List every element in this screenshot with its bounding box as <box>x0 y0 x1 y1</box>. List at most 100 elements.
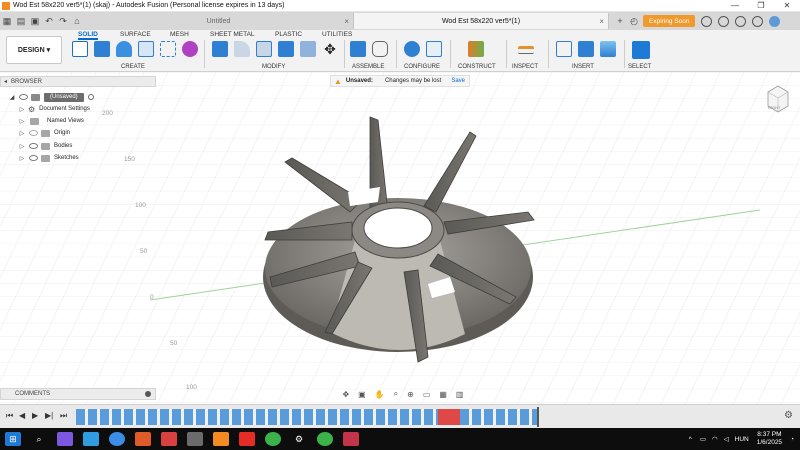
zoom-icon[interactable]: ⌕ <box>394 389 398 399</box>
move-icon[interactable]: ✥ <box>322 41 338 57</box>
extrude-icon[interactable] <box>94 41 110 57</box>
expand-icon[interactable]: ▷ <box>18 143 26 150</box>
inspect-group-label[interactable]: INSPECT <box>512 64 538 70</box>
browser-item-sketches[interactable]: ▷ Sketches <box>18 152 79 164</box>
split-icon[interactable] <box>300 41 316 57</box>
tab-plastic[interactable]: PLASTIC <box>275 31 302 38</box>
revolve-icon[interactable] <box>116 41 132 57</box>
autodesk-a-icon[interactable] <box>109 432 125 446</box>
measure-icon[interactable] <box>518 46 534 54</box>
chrome-profile-icon[interactable] <box>317 432 333 446</box>
viewport-graphics[interactable] <box>0 72 800 404</box>
add-comment-icon[interactable] <box>145 391 151 397</box>
browser-item-bodies[interactable]: ▷ Bodies <box>18 140 72 152</box>
clock[interactable]: 8:37 PM 1/6/2025 <box>757 431 782 447</box>
notification-bell-icon[interactable]: ◔ <box>790 436 794 443</box>
insert-derive-icon[interactable] <box>556 41 572 57</box>
volume-icon[interactable]: ◁ <box>724 435 729 443</box>
copilot-icon[interactable] <box>57 432 73 446</box>
collapse-icon[interactable]: ◂ <box>4 78 7 85</box>
select-icon[interactable] <box>632 41 650 59</box>
app-icon[interactable] <box>135 432 151 446</box>
insert-mesh-icon[interactable] <box>578 41 594 57</box>
step-forward-icon[interactable]: ▶| <box>45 411 53 420</box>
new-component-icon[interactable] <box>350 41 366 57</box>
language-indicator[interactable]: HUN <box>735 436 749 443</box>
undo-icon[interactable]: ↶ <box>42 14 56 28</box>
display-settings-icon[interactable]: ▭ <box>423 390 431 399</box>
assemble-group-label[interactable]: ASSEMBLE <box>352 64 384 70</box>
expand-icon[interactable]: ▷ <box>18 106 26 113</box>
browser-item-named-views[interactable]: ▷ Named Views <box>18 115 84 127</box>
offset-plane-icon[interactable] <box>468 41 484 57</box>
expand-icon[interactable]: ◢ <box>8 94 16 101</box>
browser-header[interactable]: ◂ BROWSER <box>0 76 156 87</box>
timeline-features[interactable] <box>76 409 538 425</box>
configure-table-icon[interactable] <box>426 41 442 57</box>
windows-start-icon[interactable]: ⊞ <box>5 432 21 446</box>
viewports-icon[interactable]: ▥ <box>456 390 464 399</box>
combine-icon[interactable] <box>278 41 294 57</box>
comments-panel[interactable]: COMMENTS <box>0 388 156 400</box>
chrome-icon[interactable] <box>265 432 281 446</box>
app-icon[interactable] <box>187 432 203 446</box>
fusion-taskbar-icon[interactable] <box>213 432 229 446</box>
mail-icon[interactable] <box>83 432 99 446</box>
browser-item-origin[interactable]: ▷ Origin <box>18 127 70 139</box>
search-icon[interactable]: ⌕ <box>31 432 47 446</box>
visibility-eye-icon[interactable] <box>29 143 38 149</box>
visibility-eye-icon[interactable] <box>19 94 28 100</box>
tab-surface[interactable]: SURFACE <box>120 31 151 38</box>
tab-mesh[interactable]: MESH <box>170 31 189 38</box>
youtube-icon[interactable] <box>239 432 255 446</box>
close-button[interactable]: ✕ <box>774 0 800 12</box>
tab-utilities[interactable]: UTILITIES <box>322 31 352 38</box>
modify-group-label[interactable]: MODIFY <box>262 64 285 70</box>
notifications-icon[interactable] <box>735 15 747 27</box>
app-icon[interactable] <box>343 432 359 446</box>
tab-solid[interactable]: SOLID <box>78 31 98 40</box>
fit-icon[interactable]: ⊕ <box>407 390 414 399</box>
fillet-icon[interactable] <box>234 41 250 57</box>
first-step-icon[interactable]: ⏮ <box>6 411 13 421</box>
pattern-icon[interactable] <box>160 41 176 57</box>
canvas-viewport[interactable]: 200 150 100 50 0 50 100 RIGHT <box>0 72 800 404</box>
network-icon[interactable]: ◠ <box>712 435 718 443</box>
redo-icon[interactable]: ↷ <box>56 14 70 28</box>
timeline-error-feature[interactable] <box>438 409 460 425</box>
grid-settings-icon[interactable]: ▦ <box>439 390 447 399</box>
last-step-icon[interactable]: ⏭ <box>60 411 67 421</box>
expiring-soon-button[interactable]: Expiring Soon <box>643 15 696 27</box>
press-pull-icon[interactable] <box>212 41 228 57</box>
step-back-icon[interactable]: ◀ <box>19 411 25 420</box>
save-icon[interactable]: ▣ <box>28 14 42 28</box>
shell-icon[interactable] <box>256 41 272 57</box>
battery-icon[interactable]: ▭ <box>700 435 706 443</box>
close-tab-icon[interactable]: × <box>344 17 349 26</box>
visibility-eye-icon[interactable] <box>29 155 38 161</box>
settings-gear-icon[interactable]: ⚙ <box>291 432 307 446</box>
grid-menu-icon[interactable]: ▦ <box>0 14 14 28</box>
help-icon[interactable] <box>752 15 764 27</box>
joint-icon[interactable] <box>372 41 388 57</box>
form-icon[interactable] <box>182 41 198 57</box>
expand-icon[interactable]: ▷ <box>18 118 26 125</box>
configure-group-label[interactable]: CONFIGURE <box>404 64 440 70</box>
expand-icon[interactable]: ▷ <box>18 130 26 137</box>
tab-untitled[interactable]: Untitled × <box>84 13 354 29</box>
maximize-button[interactable]: ❐ <box>748 0 774 12</box>
close-tab-icon[interactable]: × <box>599 17 604 26</box>
insert-group-label[interactable]: INSERT <box>572 64 594 70</box>
look-at-icon[interactable]: ▣ <box>358 390 366 399</box>
hole-icon[interactable] <box>138 41 154 57</box>
browser-item-document-settings[interactable]: ▷ ⚙ Document Settings <box>18 103 90 115</box>
home-icon[interactable]: ⌂ <box>70 14 84 28</box>
insert-canvas-icon[interactable] <box>600 41 616 57</box>
tab-wod-est[interactable]: Wod Est 58x220 ver5*(1) × <box>354 13 609 29</box>
avatar[interactable] <box>769 15 781 27</box>
timeline-marker[interactable] <box>537 407 539 427</box>
tab-sheet-metal[interactable]: SHEET METAL <box>210 31 255 38</box>
create-group-label[interactable]: CREATE <box>121 64 145 70</box>
new-tab-button[interactable]: + <box>613 14 627 28</box>
design-workspace-button[interactable]: DESIGN ▾ <box>6 36 62 64</box>
